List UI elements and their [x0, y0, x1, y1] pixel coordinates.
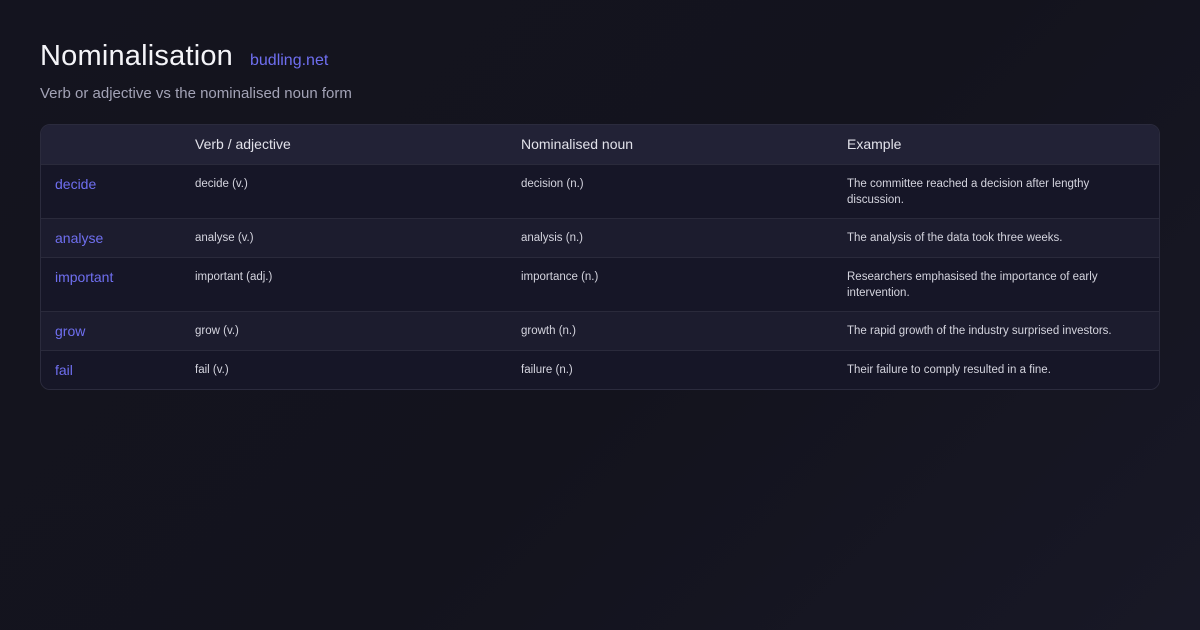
page-subtitle: Verb or adjective vs the nominalised nou… [40, 85, 352, 102]
table-row: grow grow (v.) growth (n.) The rapid gro… [41, 311, 1159, 350]
row-word: grow [55, 322, 86, 339]
row-verb: decide (v.) [195, 177, 248, 190]
row-verb: fail (v.) [195, 363, 229, 376]
row-word: important [55, 268, 114, 285]
row-verb: important (adj.) [195, 270, 273, 283]
row-noun: failure (n.) [521, 363, 573, 376]
row-verb: analyse (v.) [195, 231, 254, 244]
nominalisation-table: Verb / adjective Nominalised noun Exampl… [40, 124, 1160, 390]
row-example: Researchers emphasised the importance of… [847, 270, 1098, 299]
row-noun: growth (n.) [521, 324, 576, 337]
row-example: Their failure to comply resulted in a fi… [847, 363, 1051, 376]
row-example: The rapid growth of the industry surpris… [847, 324, 1112, 337]
row-word: fail [55, 361, 73, 378]
table-row: decide decide (v.) decision (n.) The com… [41, 164, 1159, 218]
table-header-row: Verb / adjective Nominalised noun Exampl… [41, 125, 1159, 164]
row-word: analyse [55, 229, 104, 246]
row-word: decide [55, 175, 97, 192]
row-noun: analysis (n.) [521, 231, 583, 244]
title-row: Nominalisation budling.net [40, 40, 1160, 73]
column-header-example: Example [847, 136, 902, 153]
page-title: Nominalisation [40, 40, 233, 72]
table-row: fail fail (v.) failure (n.) Their failur… [41, 350, 1159, 389]
row-example: The committee reached a decision after l… [847, 177, 1090, 206]
table-row: analyse analyse (v.) analysis (n.) The a… [41, 218, 1159, 257]
row-example: The analysis of the data took three week… [847, 231, 1063, 244]
column-header-verb: Verb / adjective [195, 136, 291, 153]
row-verb: grow (v.) [195, 324, 239, 337]
row-noun: importance (n.) [521, 270, 599, 283]
column-header-word [41, 125, 181, 164]
page-header: Nominalisation budling.net Verb or adjec… [40, 40, 1160, 102]
column-header-noun: Nominalised noun [521, 136, 634, 153]
row-noun: decision (n.) [521, 177, 584, 190]
table-row: important important (adj.) importance (n… [41, 257, 1159, 311]
brand-link[interactable]: budling.net [250, 52, 328, 70]
